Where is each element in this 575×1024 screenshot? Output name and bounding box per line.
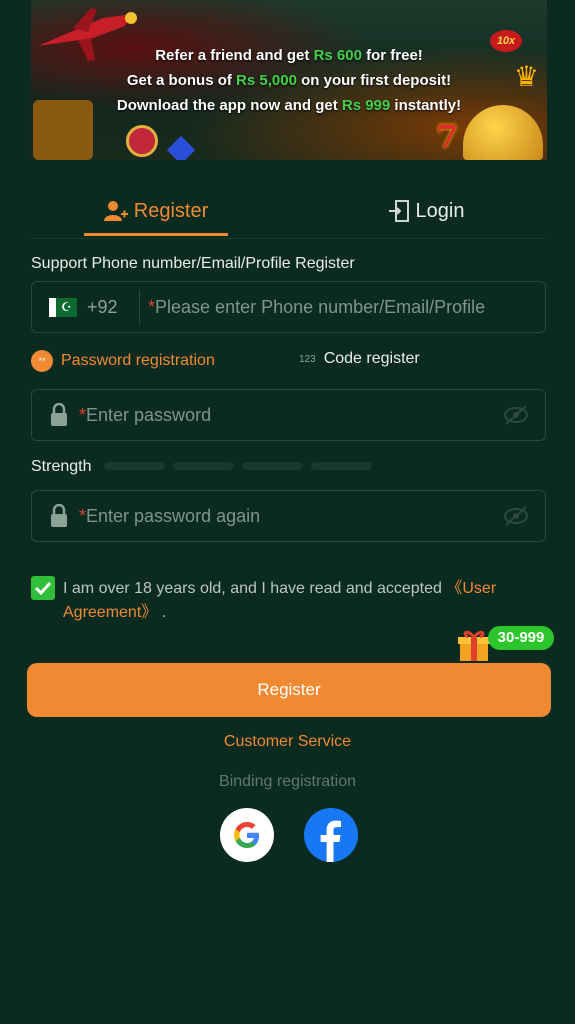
pakistan-flag-icon[interactable]: ☪ (49, 297, 77, 317)
strength-label: Strength (31, 458, 92, 475)
tab-register-label: Register (133, 199, 209, 222)
country-code[interactable]: +92 (87, 297, 127, 318)
sapphire-gem-icon (166, 135, 196, 160)
agreement-text: I am over 18 years old, and I have read … (63, 580, 497, 621)
bonus-badge: 30-999 (488, 626, 554, 650)
promo-banner[interactable]: 7 10x ♛ Refer a friend and get Rs 600 fo… (31, 0, 547, 160)
account-label: Support Phone number/Email/Profile Regis… (31, 255, 355, 272)
code-mode-icon: 123 (299, 353, 316, 365)
strength-bar (311, 462, 372, 470)
google-login-button[interactable] (220, 808, 274, 862)
active-tab-indicator (84, 233, 228, 236)
mode-password-registration[interactable]: ** Password registration (31, 350, 215, 372)
auth-tabs: Register Login (31, 186, 547, 239)
banner-line-1: Refer a friend and get Rs 600 for free! (155, 47, 423, 64)
strength-bar (173, 462, 234, 470)
password-mode-icon: ** (31, 350, 53, 372)
gift-icon (458, 630, 490, 661)
confirm-password-placeholder: *Enter password again (79, 505, 261, 526)
tab-login[interactable]: Login (361, 186, 491, 236)
lucky-seven-icon: 7 (436, 118, 459, 156)
lock-icon (51, 504, 67, 527)
facebook-login-button[interactable] (304, 808, 358, 862)
tab-login-label: Login (415, 199, 465, 222)
divider (139, 290, 140, 324)
customer-service-link[interactable]: Customer Service (0, 733, 575, 751)
password-placeholder: *Enter password (79, 404, 212, 425)
account-placeholder: *Please enter Phone number/Email/Profile (148, 296, 486, 317)
banner-line-3: Download the app now and get Rs 999 inst… (116, 97, 462, 114)
google-icon (234, 822, 259, 848)
mode-code-register[interactable]: 123 Code register (299, 350, 420, 368)
strength-bar (104, 462, 165, 470)
confirm-password-field[interactable]: *Enter password again (31, 490, 546, 542)
banner-line-2: Get a bonus of Rs 5,000 on your first de… (126, 72, 452, 89)
password-field[interactable]: *Enter password (31, 389, 546, 441)
binding-registration-label: Binding registration (219, 773, 356, 790)
ruby-gem-icon (126, 125, 158, 157)
eye-hidden-icon[interactable] (503, 403, 529, 427)
register-button[interactable]: Register (27, 663, 551, 717)
agree-checkbox[interactable] (31, 576, 55, 600)
facebook-icon (320, 820, 341, 862)
eye-hidden-icon[interactable] (503, 504, 529, 528)
strength-bar (242, 462, 303, 470)
checkmark-icon (34, 581, 52, 596)
tab-register[interactable]: Register (84, 186, 228, 236)
door-enter-icon (388, 200, 409, 222)
user-add-icon (103, 201, 128, 221)
lock-icon (51, 403, 67, 426)
account-input[interactable]: ☪ +92 *Please enter Phone number/Email/P… (31, 281, 546, 333)
